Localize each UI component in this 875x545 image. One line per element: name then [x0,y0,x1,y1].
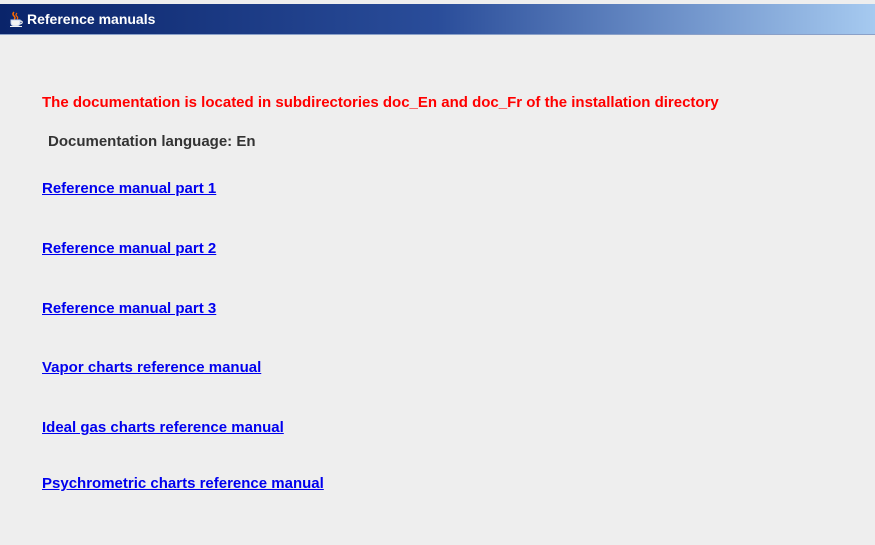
link-ideal-gas-charts-reference-manual[interactable]: Ideal gas charts reference manual [42,419,284,436]
title-bar[interactable]: Reference manuals [0,4,875,35]
documentation-language-label: Documentation language: [48,133,233,150]
manuals-panel: The documentation is located in subdirec… [0,35,875,545]
window-title: Reference manuals [27,11,156,27]
documentation-location-notice: The documentation is located in subdirec… [42,94,719,111]
link-psychrometric-charts-reference-manual[interactable]: Psychrometric charts reference manual [42,475,324,492]
link-vapor-charts-reference-manual[interactable]: Vapor charts reference manual [42,359,261,376]
documentation-language: Documentation language: En [48,133,256,150]
link-reference-manual-part-1[interactable]: Reference manual part 1 [42,180,216,197]
link-reference-manual-part-3[interactable]: Reference manual part 3 [42,300,216,317]
link-reference-manual-part-2[interactable]: Reference manual part 2 [42,240,216,257]
java-cup-icon [7,10,25,28]
documentation-language-value: En [236,133,256,150]
reference-manuals-window: Reference manuals The documentation is l… [0,0,875,545]
